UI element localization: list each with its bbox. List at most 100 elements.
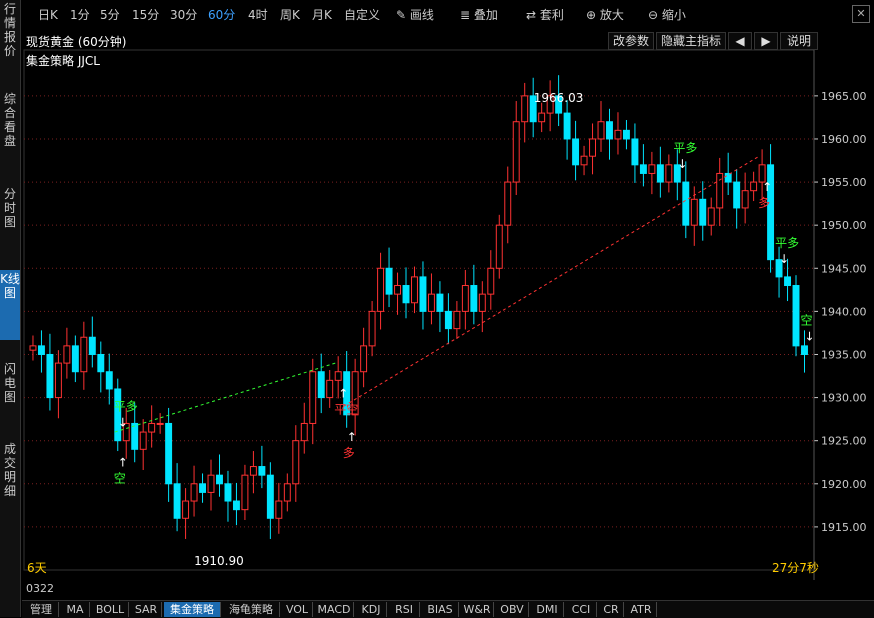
candle-body [589,138,597,157]
candle-body [411,276,418,304]
candle-body [682,181,690,226]
signal-arrow-icon: ↓ [805,329,815,343]
kline-chart[interactable]: 1915.00 1920.00 1925.00 1930.00 1935.00 1940.… [0,0,874,617]
signal-arrow-icon: ↑ [347,430,357,444]
candle-body [461,285,469,312]
tab-15[interactable]: CR [599,602,624,617]
trend-line [114,362,336,433]
candle-body [105,371,113,390]
candle-body [741,190,749,209]
candle-body [71,345,79,373]
candle-body [470,285,478,312]
signal-arrow-icon: ↑ [338,387,348,401]
tab-9[interactable]: RSI [389,602,420,617]
candle-body [394,285,401,295]
signal-arrow-icon: ↓ [779,252,789,266]
tab-13[interactable]: DMI [531,602,564,617]
tab-4[interactable]: 集金策略 [164,602,221,617]
candle-body [309,371,317,424]
candle-body [232,500,240,511]
candle-body [266,474,274,519]
plot-frame [23,49,815,571]
candle-body [538,112,546,123]
tab-7[interactable]: MACD [315,602,354,617]
tab-12[interactable]: OBV [496,602,529,617]
y-tick-label: 1940.00 [821,305,867,318]
candle-body [80,336,88,373]
candle-body [334,371,342,381]
signal-label: 平多 [775,236,799,250]
candle-body [656,164,664,183]
tab-11[interactable]: W&R [461,602,494,617]
indicator-tabs: 管理 MA BOLL SAR 集金策略 海龟策略 VOL MACD KDJ RSI BIAS W&R O… [22,600,874,618]
tab-0[interactable]: 管理 [24,602,59,617]
candle-body [283,483,291,502]
candle-body [402,285,410,304]
candle-body [495,224,503,269]
candle-body [792,285,800,347]
candle-body [275,500,283,519]
candle-body [360,345,368,373]
candle-body [648,164,656,174]
candle-body [733,181,741,209]
tab-3[interactable]: SAR [131,602,162,617]
candle-body [190,483,198,502]
candle-body [606,121,613,140]
candle-body [29,345,37,351]
signal-arrow-icon: ↑ [762,180,772,194]
high-annotation: 1966.03 [534,91,584,105]
signal-label: 多 [343,446,355,460]
y-tick-label: 1965.00 [821,90,867,103]
candle-body [639,164,647,174]
candle-body [199,483,206,493]
candle-body [716,172,724,209]
candle-body [665,164,673,183]
candle-body [216,474,223,485]
candle-body [707,207,715,226]
candle-body [453,310,461,330]
tab-1[interactable]: MA [61,602,90,617]
y-tick-label: 1925.00 [821,435,867,448]
candle-body [241,474,249,511]
candle-body [54,362,62,399]
candle-body [724,172,732,183]
tab-5[interactable]: 海龟策略 [223,602,280,617]
candle-body [165,422,173,485]
candle-body [784,276,792,287]
candle-body [419,276,427,312]
candle-body [631,138,639,166]
candle-body [690,198,698,226]
tab-6[interactable]: VOL [282,602,313,617]
tab-8[interactable]: KDJ [356,602,387,617]
candle-body [385,267,393,295]
candle-body [368,310,376,347]
tab-16[interactable]: ATR [626,602,657,617]
tab-10[interactable]: BIAS [422,602,459,617]
y-tick-label: 1955.00 [821,176,867,189]
candle-body [377,267,385,312]
candle-body [512,121,520,183]
candle-body [436,293,444,312]
candle-body [97,353,105,373]
signal-arrow-icon: ↓ [677,157,687,171]
tab-14[interactable]: CCI [566,602,597,617]
countdown-label: 27分7秒 [772,561,819,575]
candle-body [478,293,486,312]
candle-body [249,466,257,476]
candle-body [622,129,630,140]
candle-body [699,198,707,226]
candle-body [580,155,588,166]
candle-body [487,267,495,295]
candle-body [521,95,529,123]
y-tick-label: 1915.00 [821,521,867,534]
signal-label: 空 [801,313,813,327]
y-tick-label: 1930.00 [821,392,867,405]
candle-body [63,345,71,364]
tab-2[interactable]: BOLL [92,602,129,617]
candle-body [427,293,435,312]
low-annotation: 1910.90 [194,554,244,568]
candle-body [258,466,266,476]
candle-body [37,345,45,355]
candle-body [182,500,190,519]
signal-label: 平多 [114,400,138,414]
